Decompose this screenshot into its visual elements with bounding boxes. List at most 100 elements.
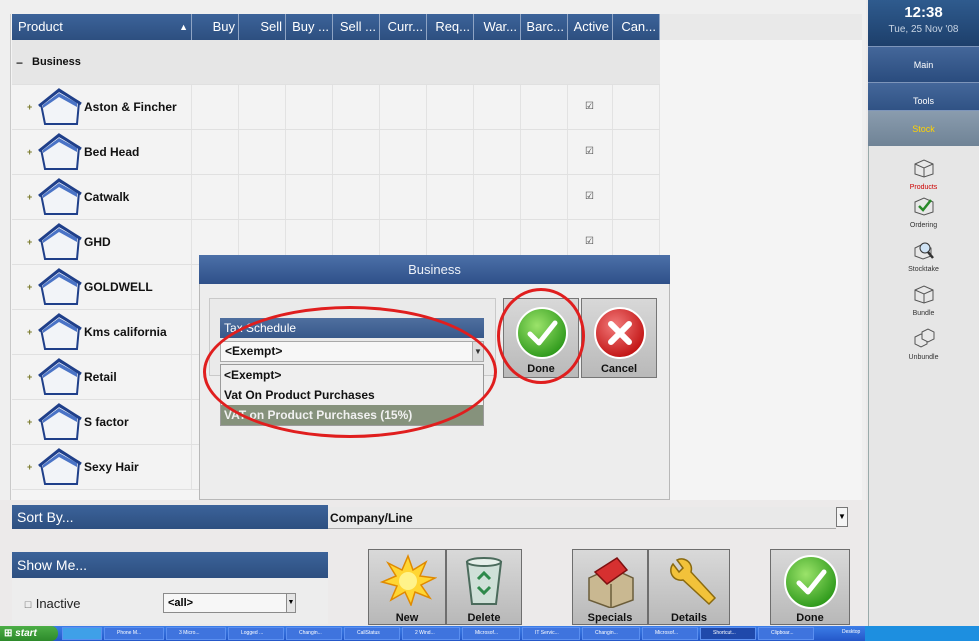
taskbar-task[interactable]: 3 Micro... [166,627,226,640]
table-row[interactable]: + Catwalk ☑ [12,175,660,220]
active-checkbox[interactable]: ☑ [584,191,595,202]
show-filter-select[interactable]: <all> [163,593,296,613]
grid-cell-divider [285,85,286,129]
product-name: S factor [84,415,129,429]
taskbar-task[interactable]: Phone M... [104,627,164,640]
specials-button[interactable]: Specials [572,549,648,625]
expand-icon[interactable]: + [27,418,34,427]
column-required[interactable]: Req... [427,14,474,40]
taskbar-task[interactable]: Microsof... [642,627,698,640]
sidebar-item-stocktake[interactable]: Stocktake [868,240,979,273]
new-button[interactable]: New [368,549,446,625]
column-current[interactable]: Curr... [380,14,427,40]
clock-time: 12:38 [904,4,943,21]
sort-by-label: Sort By... [12,505,328,529]
column-sell-extra[interactable]: Sell ... [333,14,380,40]
details-label: Details [670,612,708,624]
clock-panel: 12:38 Tue, 25 Nov '08 [868,0,979,46]
expand-icon[interactable]: + [27,328,34,337]
taskbar-task[interactable]: Clipboar... [758,627,814,640]
column-can[interactable]: Can... [613,14,660,40]
sidebar-main-button[interactable]: Main [868,46,979,82]
active-checkbox[interactable]: ☑ [584,146,595,157]
grid-header-empty [660,14,862,40]
expand-icon[interactable]: + [27,238,34,247]
sidebar-item-bundle[interactable]: Bundle [868,284,979,317]
table-row[interactable]: + Aston & Fincher ☑ [12,85,660,130]
product-name: Kms california [84,325,167,339]
grid-cell-divider [191,130,192,174]
grid-cell-divider [191,85,192,129]
taskbar-task[interactable]: 2 Wind... [402,627,460,640]
desktop-toolbar[interactable]: Desktop [840,627,865,640]
column-buy[interactable]: Buy [192,14,239,40]
expand-icon[interactable]: + [27,463,34,472]
active-checkbox[interactable]: ☑ [584,236,595,247]
sidebar-item-label: Unbundle [908,354,939,361]
column-active[interactable]: Active [568,14,613,40]
show-me-label: Show Me... [12,552,328,578]
product-name: GHD [84,235,111,249]
taskbar-task[interactable]: IT Servic... [522,627,580,640]
table-row[interactable]: + Bed Head ☑ [12,130,660,175]
dialog-title: Business [199,255,670,284]
grid-cell-divider [520,85,521,129]
sidebar-item-products[interactable]: Products [868,158,979,191]
taskbar-task[interactable]: CallStatus [344,627,400,640]
column-warning[interactable]: War... [474,14,521,40]
house-icon [38,268,82,305]
grid-cell-divider [191,400,192,444]
checkmark-icon [784,555,838,609]
sort-dropdown-arrow-icon[interactable]: ▼ [836,507,848,527]
taskbar-task[interactable]: Logged ... [228,627,284,640]
sidebar-item-ordering[interactable]: Ordering [868,196,979,229]
taskbar-task[interactable]: Shortcut... [700,627,756,640]
column-barcode[interactable]: Barc... [521,14,568,40]
sidebar-item-unbundle[interactable]: Unbundle [868,328,979,361]
expand-icon[interactable]: + [27,148,34,157]
annotation-circle [497,288,585,384]
grid-cell-divider [612,130,613,174]
grid-cell-divider [567,130,568,174]
expand-icon[interactable]: + [27,103,34,112]
box-icon [914,159,933,178]
collapse-icon[interactable]: − [16,56,23,70]
grid-cell-divider [426,175,427,219]
unbundle-icon [914,328,934,348]
column-buy-extra[interactable]: Buy ... [286,14,333,40]
column-product[interactable]: Product ▲ [12,14,192,40]
expand-icon[interactable]: + [27,283,34,292]
grid-cell-divider [238,130,239,174]
active-checkbox[interactable]: ☑ [584,101,595,112]
gift-box-icon [588,557,634,608]
clock-date: Tue, 25 Nov '08 [888,24,959,35]
grid-cell-divider [191,355,192,399]
product-name: Aston & Fincher [84,100,177,114]
delete-button[interactable]: Delete [446,549,522,625]
house-icon [38,448,82,485]
expand-icon[interactable]: + [27,373,34,382]
column-sell[interactable]: Sell [239,14,286,40]
done-button[interactable]: Done [770,549,850,625]
product-name: Catwalk [84,190,130,204]
dialog-cancel-button[interactable]: Cancel [581,298,657,378]
details-button[interactable]: Details [648,549,730,625]
sort-by-select[interactable]: Company/Line [328,507,836,529]
recycle-bin-icon [465,557,503,605]
grid-cell-divider [612,175,613,219]
expand-icon[interactable]: + [27,193,34,202]
taskbar-task[interactable]: Changin... [582,627,640,640]
sidebar-item-label: Ordering [909,222,938,229]
product-name: Bed Head [84,145,140,159]
sidebar-item-label: Products [909,184,938,191]
group-row-business[interactable]: − Business [12,40,660,85]
grid-cell-divider [659,130,660,174]
sidebar-stock-button[interactable]: Stock [868,110,979,146]
inactive-checkbox[interactable]: ☐ Inactive [24,596,81,611]
specials-label: Specials [587,612,633,624]
taskbar-task[interactable]: Microsof... [462,627,520,640]
filter-dropdown-arrow-icon[interactable]: ▼ [286,594,295,612]
inactive-label: Inactive [35,596,81,611]
taskbar-task[interactable]: Changin... [286,627,342,640]
start-button[interactable]: ⊞ start [0,626,58,641]
